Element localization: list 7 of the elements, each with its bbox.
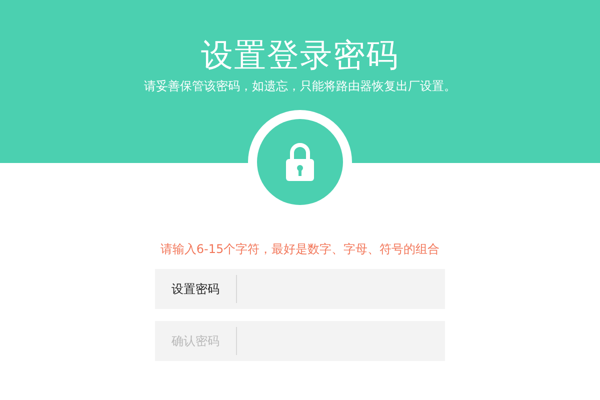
page-title: 设置登录密码 bbox=[201, 36, 399, 74]
password-field[interactable]: 设置密码 bbox=[155, 269, 445, 309]
subtitle: 请妥善保管该密码，如遗忘，只能将路由器恢复出厂设置。 bbox=[144, 78, 456, 94]
field-label: 确认密码 bbox=[155, 327, 237, 355]
lock-icon bbox=[285, 142, 315, 182]
hint-text: 请输入6-15个字符，最好是数字、字母、符号的组合 bbox=[160, 241, 440, 257]
field-label: 设置密码 bbox=[155, 275, 237, 303]
